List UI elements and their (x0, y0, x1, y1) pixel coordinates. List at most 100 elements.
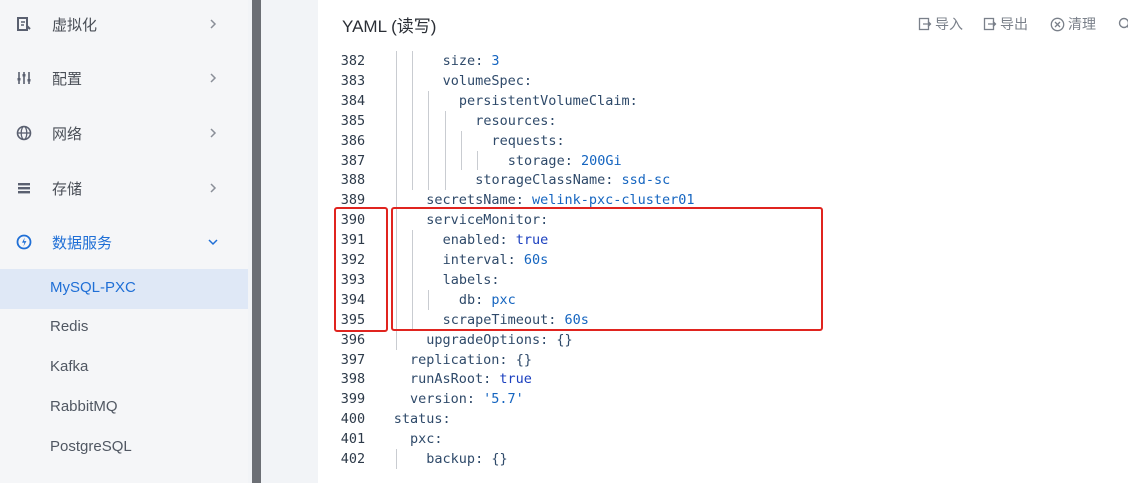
sidebar: 虚拟化 配置 网络 存储 数据服务 MySQL-PXC Redis Kafka … (0, 0, 248, 483)
sidebar-item-data-service[interactable]: 数据服务 (0, 222, 248, 262)
code-line: 389 secretsName: welink-pxc-cluster01 (318, 190, 1128, 210)
search-icon (1118, 17, 1128, 29)
line-number: 400 (340, 411, 366, 428)
import-button[interactable]: 导入 (918, 15, 963, 33)
chevron-right-icon (206, 70, 220, 84)
line-number: 393 (340, 271, 366, 288)
sidebar-subitem-rabbitmq[interactable]: RabbitMQ (0, 388, 248, 428)
yaml-value: {} (491, 451, 508, 467)
code-line: 398 runAsRoot: true (318, 369, 1128, 389)
yaml-key: storageClassName: (475, 172, 614, 189)
line-number: 392 (340, 252, 366, 268)
sidebar-subitem-postgresql[interactable]: PostgreSQL (0, 428, 248, 468)
yaml-key: backup: (426, 451, 484, 467)
sidebar-item-storage[interactable]: 存储 (0, 168, 248, 208)
yaml-value: 60s (564, 311, 589, 328)
code-line: 395 scrapeTimeout: 60s (318, 310, 1128, 330)
sidebar-subitem-redis[interactable]: Redis (0, 308, 248, 348)
import-label: 导入 (935, 17, 963, 33)
sidebar-item-virtualization[interactable]: 虚拟化 (0, 4, 248, 44)
sidebar-item-label: 网络 (52, 124, 83, 143)
code-line: 392 interval: 60s (318, 250, 1128, 270)
line-number: 388 (340, 172, 366, 189)
sidebar-resize-handle[interactable] (252, 0, 261, 483)
line-number: 397 (340, 351, 366, 368)
search-button[interactable] (1118, 15, 1128, 33)
code-line: 388 storageClassName: ssd-sc (318, 170, 1128, 190)
code-line: 399 version: '5.7' (318, 389, 1128, 409)
line-number: 402 (340, 451, 366, 467)
code-text: secretsName: welink-pxc-cluster01 (426, 190, 694, 210)
yaml-value: true (515, 232, 549, 249)
sidebar-item-config[interactable]: 配置 (0, 58, 248, 98)
line-number: 384 (340, 92, 366, 109)
yaml-value: ssd-sc (621, 172, 671, 189)
globe-icon (16, 125, 32, 141)
code-text: runAsRoot: true (410, 369, 532, 389)
yaml-key: scrapeTimeout: (442, 311, 557, 328)
code-line: 397 replication: {} (318, 350, 1128, 370)
code-text: backup: {} (426, 449, 507, 469)
yaml-value: {} (556, 331, 573, 348)
code-line: 390 serviceMonitor: (318, 210, 1128, 230)
clear-label: 清理 (1068, 17, 1096, 33)
yaml-key: labels: (442, 271, 500, 288)
yaml-key: volumeSpec: (442, 72, 532, 89)
code-line: 385 resources: (318, 111, 1128, 131)
chevron-down-icon (206, 234, 220, 248)
clear-button[interactable]: 清理 (1050, 15, 1096, 33)
yaml-key: runAsRoot: (410, 371, 492, 388)
virtualization-icon (16, 16, 32, 32)
export-label: 导出 (1000, 17, 1028, 33)
code-text: pxc: (410, 429, 443, 449)
code-line: 394 db: pxc (318, 290, 1128, 310)
export-button[interactable]: 导出 (983, 15, 1028, 33)
sidebar-subitem-kafka[interactable]: Kafka (0, 348, 248, 388)
line-number: 382 (340, 53, 366, 69)
sidebar-item-network[interactable]: 网络 (0, 113, 248, 153)
chevron-right-icon (206, 180, 220, 194)
yaml-key: version: (410, 391, 476, 408)
code-text: requests: (492, 131, 565, 151)
sidebar-item-label: 虚拟化 (52, 15, 98, 34)
code-line: 391 enabled: true (318, 230, 1128, 250)
code-line: 393 labels: (318, 270, 1128, 290)
yaml-panel: YAML (读写) 导入 导出 清理 382 size: 3 383 volumeSp… (318, 0, 1128, 483)
code-text: labels: (443, 270, 500, 290)
chevron-right-icon (206, 125, 220, 139)
yaml-key: secretsName: (426, 192, 524, 209)
code-text: persistentVolumeClaim: (459, 91, 638, 111)
code-text: storageClassName: ssd-sc (475, 170, 670, 190)
line-number: 396 (340, 331, 366, 348)
sidebar-item-label: 配置 (52, 69, 83, 88)
yaml-value: pxc (491, 291, 516, 308)
yaml-value: 3 (491, 53, 500, 69)
yaml-key: persistentVolumeClaim: (458, 92, 638, 109)
yaml-key: upgradeOptions: (426, 331, 549, 348)
yaml-key: size: (442, 53, 484, 69)
yaml-editor[interactable]: 382 size: 3 383 volumeSpec: 384 persistentVol… (318, 48, 1128, 483)
yaml-key: pxc: (410, 431, 443, 448)
code-text: replication: {} (410, 350, 532, 370)
sidebar-subitem-label: Redis (50, 318, 89, 335)
yaml-value: 60s (523, 252, 549, 268)
code-text: resources: (475, 111, 556, 131)
import-icon (918, 17, 932, 31)
code-line: 400 status: (318, 409, 1128, 429)
code-line: 396 upgradeOptions: {} (318, 330, 1128, 350)
sidebar-subitem-label: PostgreSQL (50, 438, 132, 455)
line-number: 386 (340, 132, 366, 149)
sidebar-subitem-mysql-pxc[interactable]: MySQL-PXC (0, 269, 248, 309)
yaml-key: interval: (442, 252, 516, 268)
sidebar-item-label: 数据服务 (52, 233, 113, 252)
line-number: 385 (340, 112, 366, 129)
code-text: volumeSpec: (443, 71, 532, 91)
sidebar-subitem-label: Kafka (50, 358, 89, 375)
code-line: 401 pxc: (318, 429, 1128, 449)
sidebar-subitem-label: RabbitMQ (50, 398, 118, 415)
yaml-key: enabled: (442, 232, 508, 249)
code-text: upgradeOptions: {} (426, 330, 572, 350)
code-text: enabled: true (443, 230, 549, 250)
yaml-key: resources: (475, 112, 557, 129)
line-number: 398 (340, 371, 366, 388)
